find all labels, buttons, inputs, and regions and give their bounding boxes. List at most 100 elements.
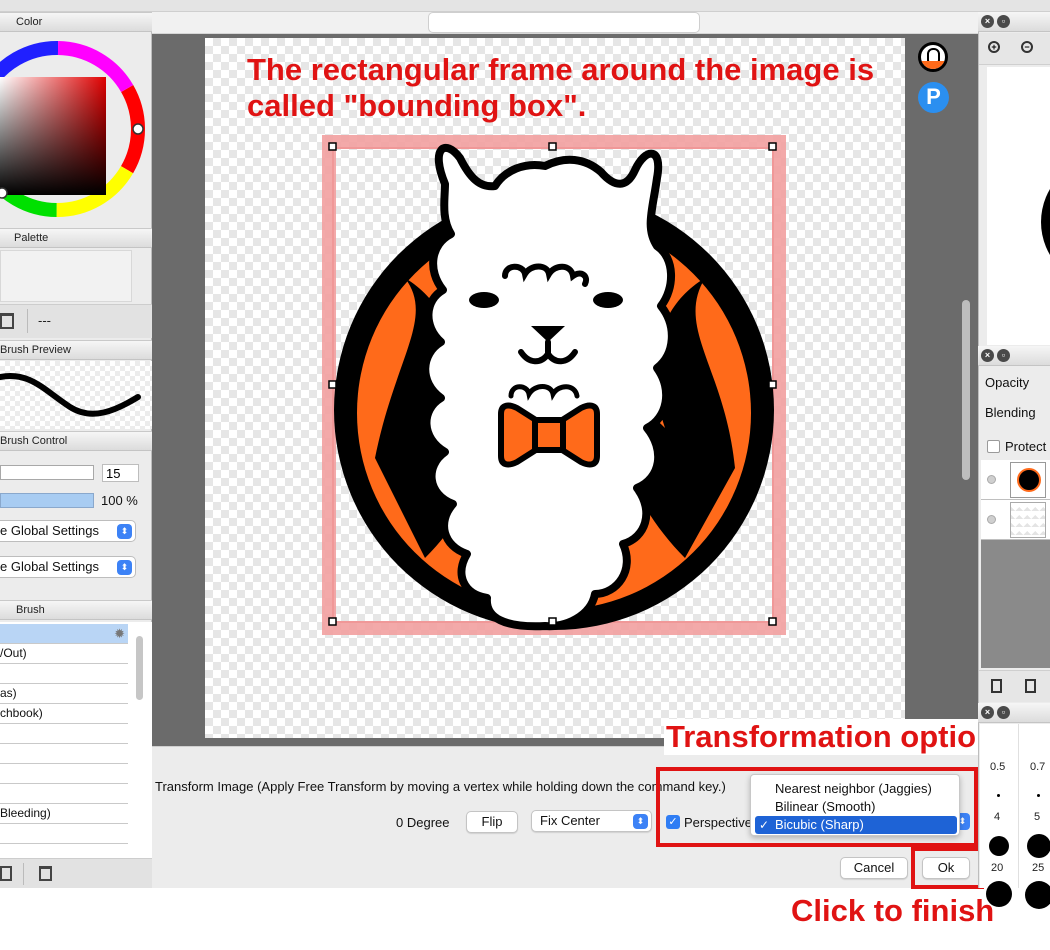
brush-size-dot[interactable] [989, 836, 1009, 856]
close-icon[interactable]: × [981, 706, 994, 719]
stepper-icon: ⬍ [117, 560, 132, 575]
brush-size-dot[interactable] [1025, 881, 1050, 909]
brush-size-label: 25 [1032, 862, 1045, 874]
global-settings-select-2[interactable]: e Global Settings ⬍ [0, 556, 136, 578]
brush-panel-title: Brush [16, 604, 45, 616]
palette-swatch-area[interactable] [0, 250, 132, 302]
brush-item[interactable]: /Out) [0, 644, 128, 664]
annotation-box-options [656, 767, 978, 847]
palette-name-value: --- [38, 313, 51, 328]
layer-thumbnail-logo [1017, 468, 1041, 492]
pixiv-icon[interactable]: P [918, 82, 949, 113]
bounding-box-handle [548, 142, 557, 151]
annotation-box-ok [911, 847, 984, 889]
brush-item[interactable] [0, 824, 128, 844]
trash-icon[interactable] [39, 866, 52, 881]
left-eye [469, 292, 499, 308]
layer-panel-header: × ▫ [978, 346, 1050, 366]
brush-item[interactable] [0, 724, 128, 744]
bounding-box-handle [328, 142, 337, 151]
bounding-box-handle [328, 617, 337, 626]
brush-size-dot[interactable] [986, 881, 1012, 907]
brush-item[interactable] [0, 784, 128, 804]
flip-button[interactable]: Flip [466, 811, 518, 833]
palette-panel-header: Palette [0, 228, 152, 248]
transform-instruction: Transform Image (Apply Free Transform by… [155, 779, 726, 794]
brush-size-label: 0.5 [990, 761, 1006, 773]
restore-icon[interactable]: ▫ [997, 706, 1010, 719]
brush-stroke-preview [0, 372, 141, 417]
right-eye [593, 292, 623, 308]
annotation-bounding-box-line1: The rectangular frame around the image i… [247, 52, 875, 87]
protect-checkbox[interactable] [987, 440, 1000, 453]
layer-thumbnail [1010, 462, 1046, 498]
close-icon[interactable]: × [981, 349, 994, 362]
canvas-title-field[interactable] [428, 12, 700, 33]
bounding-box-handle [768, 142, 777, 151]
color-panel-title: Color [16, 16, 43, 28]
brush-item-selected[interactable]: ✹ [0, 624, 128, 644]
fix-center-value: Fix Center [540, 813, 600, 828]
brush-size-slider[interactable] [0, 465, 94, 480]
new-folder-icon[interactable] [1025, 679, 1036, 693]
new-layer-icon[interactable] [991, 679, 1002, 693]
opacity-slider[interactable] [0, 493, 94, 508]
brush-size-field[interactable]: 15 [102, 464, 139, 482]
brush-item[interactable]: as) [0, 684, 128, 704]
left-panel: Color Palette --- Brush Preview Brush Co… [0, 12, 152, 888]
brush-size-header: × ▫ [978, 703, 1050, 723]
brush-panel-header: Brush [0, 600, 152, 620]
brush-item[interactable] [0, 764, 128, 784]
layer-thumbnail [1010, 502, 1046, 538]
fix-center-select[interactable]: Fix Center ⬍ [531, 810, 652, 832]
brush-size-label: 0.7 [1030, 761, 1046, 773]
brush-list-scrollbar[interactable] [136, 636, 143, 700]
stepper-icon: ⬍ [633, 814, 648, 829]
close-icon[interactable]: × [981, 15, 994, 28]
restore-icon[interactable]: ▫ [997, 349, 1010, 362]
canvas-vertical-scrollbar[interactable] [962, 300, 970, 480]
layer-row-empty[interactable] [981, 500, 1050, 540]
opacity-value: 100 % [101, 493, 138, 508]
brush-size-grid: 0.5 0.7 4 5 20 25 [980, 724, 1050, 909]
brush-item[interactable]: Bleeding) [0, 804, 128, 824]
bounding-box-handle [328, 380, 337, 389]
layer-row-alpaca[interactable] [981, 460, 1050, 500]
brush-item[interactable] [0, 744, 128, 764]
brush-item[interactable] [0, 664, 128, 684]
color-wheel[interactable] [0, 32, 152, 230]
layer-blending-label: Blending [985, 405, 1036, 420]
brush-size-label: 20 [991, 862, 1004, 874]
cancel-button[interactable]: Cancel [840, 857, 908, 879]
zoom-in-icon[interactable]: + [988, 41, 1000, 53]
brush-size-dot[interactable] [997, 794, 1000, 797]
layer-toolbar [979, 670, 1050, 702]
divider [23, 863, 24, 885]
palette-toolbar: --- [0, 304, 152, 338]
duplicate-brush-icon[interactable] [0, 866, 12, 881]
zoom-out-icon[interactable]: − [1021, 41, 1033, 53]
brush-size-label: 4 [994, 811, 1001, 823]
annotation-bounding-box-line2: called "bounding box". [247, 88, 587, 123]
grid-divider [1018, 724, 1019, 888]
brush-size-dot[interactable] [1027, 834, 1050, 858]
alpaca-avatar[interactable] [918, 42, 948, 72]
brush-item[interactable]: chbook) [0, 704, 128, 724]
annotation-click-to-finish: Click to finish [791, 893, 995, 928]
layer-visibility-icon[interactable] [987, 515, 996, 524]
canvas-top-bar [152, 12, 978, 34]
global-settings-1-label: e Global Settings [0, 523, 100, 538]
global-settings-select-1[interactable]: e Global Settings ⬍ [0, 520, 136, 542]
alpaca-logo-image[interactable] [205, 38, 905, 738]
layer-visibility-icon[interactable] [987, 475, 996, 484]
trash-icon[interactable] [0, 313, 14, 329]
gear-icon[interactable]: ✹ [114, 624, 125, 643]
navigator-preview[interactable] [987, 67, 1050, 345]
stepper-icon: ⬍ [117, 524, 132, 539]
global-settings-2-label: e Global Settings [0, 559, 100, 574]
brush-size-dot[interactable] [1037, 794, 1040, 797]
restore-icon[interactable]: ▫ [997, 15, 1010, 28]
navigator-header: × ▫ [978, 12, 1050, 32]
brush-item[interactable] [0, 844, 128, 858]
bounding-box-handle [548, 617, 557, 626]
